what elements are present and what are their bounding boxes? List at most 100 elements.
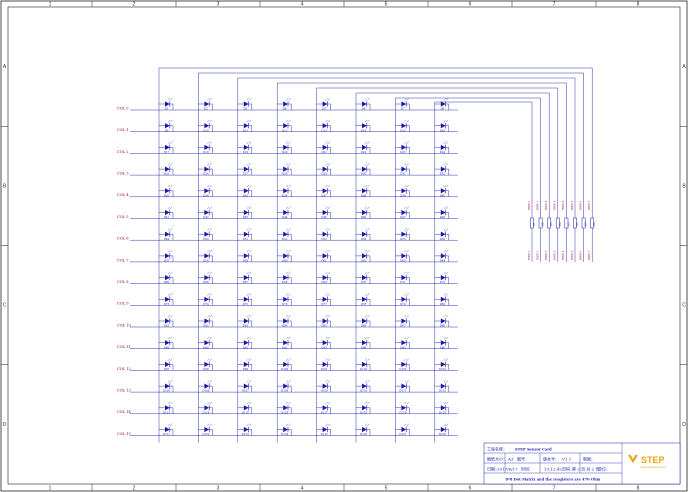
frame-col-top: 6 [469,2,472,8]
led-diode: D32 [434,163,450,176]
led-diode: D113 [159,401,174,414]
led-diode: D110 [356,380,371,393]
led-designator: D47 [400,215,406,219]
frame-col-top: 2 [133,2,136,8]
led-diode: D69 [316,271,331,284]
light-rays-icon [404,380,409,383]
led-designator: D21 [321,150,327,154]
led-diode: D90 [198,336,213,349]
led-anode-triangle [165,405,170,411]
led-designator: D94 [361,345,367,349]
col-label: COL 13 [117,389,132,393]
led-anode-triangle [204,231,210,237]
led-designator: D20 [282,150,288,154]
led-designator: D109 [321,389,328,393]
led-designator: D59 [243,259,249,263]
led-designator: D95 [400,345,406,349]
light-rays-icon [364,141,370,144]
led-anode-triangle [283,275,288,281]
led-anode-triangle [322,209,328,216]
led-designator: D62 [361,259,367,263]
led-diode: D59 [237,249,253,263]
col-label: COL 11 [117,345,131,349]
led-anode-triangle [440,275,446,281]
light-rays-icon [364,380,370,383]
led-designator: D87 [400,324,406,328]
light-rays-icon [443,380,449,383]
led-designator: D45 [321,215,327,219]
led-anode-triangle [362,383,367,389]
col-label: COL 4 [117,193,129,197]
version-value: V1.1 [561,457,571,462]
schematic-sheet: 1 1 2 2 3 3 4 4 5 5 6 6 7 7 8 8 A A B B C C D D COL 0 COL 1 COL 2… [0,0,688,492]
led-designator: D4 [283,107,287,111]
led-diode: D43 [237,206,253,219]
frame-col-bottom: 6 [469,486,472,492]
led-designator: D98 [203,367,209,371]
led-anode-triangle [243,383,249,389]
light-rays-icon [167,249,173,253]
led-anode-triangle [362,340,367,346]
led-diode: D120 [434,401,450,414]
led-designator: D85 [321,324,327,328]
led-anode-triangle [283,123,288,129]
led-designator: D79 [400,302,406,306]
light-rays-icon [207,119,212,123]
led-designator: D77 [321,302,327,306]
led-anode-triangle [204,383,210,389]
led-diode: D11 [237,119,253,132]
led-designator: D51 [243,237,249,241]
led-anode-triangle [204,144,210,150]
led-anode-triangle [165,166,170,172]
led-anode-triangle [204,426,210,433]
led-designator: D91 [243,345,249,349]
light-rays-icon [364,336,370,340]
frame-col-bottom: 2 [133,486,136,492]
led-anode-triangle [401,361,407,367]
led-designator: D41 [164,215,170,219]
title-block: 工程名称： STEP Sensor Card 图纸大小： A3 图号： 版本号：… [483,442,681,485]
led-anode-triangle [283,166,288,172]
led-designator: D7 [401,107,405,111]
led-diode: D35 [237,184,253,197]
led-diode: D37 [316,184,331,197]
light-rays-icon [364,206,370,210]
light-rays-icon [404,184,409,188]
led-anode-triangle [204,275,210,281]
light-rays-icon [167,401,173,405]
led-anode-triangle [204,101,210,107]
led-diode: D20 [277,141,292,154]
logo-subtext: www.stepfpga.com [641,465,667,469]
led-designator: D112 [439,389,446,393]
led-designator: D25 [164,172,170,176]
light-rays-icon [286,184,291,188]
led-anode-triangle [204,253,210,259]
light-rays-icon [167,271,173,275]
col-label: COL 14 [117,410,132,414]
led-anode-triangle [440,296,446,302]
light-rays-icon [246,423,252,427]
led-diode: D115 [237,401,253,414]
led-diode: D22 [356,141,371,154]
led-anode-triangle [165,231,170,237]
light-rays-icon [167,119,173,123]
led-designator: D69 [321,280,327,284]
frame-row-left: B [3,183,7,189]
led-designator: D58 [203,259,209,263]
led-designator: D48 [440,215,446,219]
led-diode: D86 [356,315,371,328]
light-rays-icon [246,358,252,361]
led-anode-triangle [440,340,446,346]
light-rays-icon [286,141,291,144]
light-rays-icon [286,293,291,296]
led-diode: D95 [395,336,410,349]
light-rays-icon [404,228,409,231]
resistor-bottom-net: ROW 7 [587,250,591,260]
col-label: COL 2 [117,150,129,154]
led-anode-triangle [165,188,170,194]
time-label: 时间： [521,466,533,472]
led-designator: D34 [203,193,209,197]
led-anode-triangle [362,101,367,107]
col-label: COL 0 [117,106,129,110]
light-rays-icon [325,293,331,296]
